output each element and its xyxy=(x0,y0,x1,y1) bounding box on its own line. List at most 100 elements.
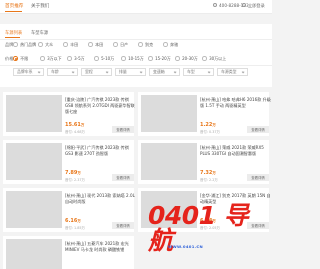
radio-icon[interactable] xyxy=(148,56,153,61)
radio-icon[interactable] xyxy=(94,56,99,61)
view-details-button[interactable]: 查看详情 xyxy=(112,174,134,181)
brand-option[interactable]: 丰田 xyxy=(63,42,78,48)
filter-select[interactable]: 车源类型 xyxy=(217,68,248,76)
price-option[interactable]: 10-15万 xyxy=(121,56,144,62)
down-payment: 首付: 2.37万 xyxy=(65,178,85,182)
listing-title[interactable]: [绵阳·平武] 广汽传祺 2023款 传祺GS3 影速 270T 劲智版 xyxy=(65,145,137,157)
tab-models[interactable]: 车型车源 xyxy=(31,30,48,36)
price-unit: 万 xyxy=(80,123,85,127)
brand-option-label: 别克 xyxy=(145,41,154,47)
brand-option[interactable]: 本田 xyxy=(88,42,103,48)
watermark-brand: 0401 导 航 xyxy=(148,201,249,255)
radio-icon[interactable] xyxy=(67,56,72,61)
price-unit: 万 xyxy=(77,219,81,223)
phone-icon xyxy=(213,3,217,8)
listing-card[interactable]: [绵阳·平武] 广汽传祺 2023款 传祺GS3 影速 270T 劲智版 7.89… xyxy=(3,140,134,184)
filter-select-label: 车龄 xyxy=(51,69,59,74)
listing-card[interactable]: [重庆·涪陵] 广汽传祺 2023款 传祺GS8 领航系列 2.0TGDI 两驱… xyxy=(3,92,137,136)
watermark-domain: WWW.0401.CN xyxy=(168,244,203,249)
price-option-label: 20-30万 xyxy=(182,55,198,61)
filter-select[interactable]: 变速箱 xyxy=(149,68,180,76)
radio-icon[interactable] xyxy=(202,56,207,61)
brand-option[interactable]: 别克 xyxy=(138,42,153,48)
radio-icon[interactable] xyxy=(13,56,18,61)
listing-card[interactable]: [杭州·萧山] 现代 2013款 索纳塔 2.0L 自动时尚版 6.16万 首付: … xyxy=(3,188,137,232)
divider xyxy=(0,38,272,40)
radio-icon[interactable] xyxy=(88,42,93,47)
view-details-button[interactable]: 查看详情 xyxy=(112,222,134,229)
tab-about[interactable]: 关于我们 xyxy=(31,3,49,9)
listing-price: 7.89万 xyxy=(65,170,81,176)
brand-option-label: 大众 xyxy=(45,41,54,47)
price-option[interactable]: 不限 xyxy=(13,56,28,62)
filter-select-label: 里程 xyxy=(85,69,93,74)
price-option[interactable]: 30万以上 xyxy=(202,56,226,62)
price-option-label: 10-15万 xyxy=(128,55,144,61)
listing-title[interactable]: [杭州·萧山] 现代 2013款 索纳塔 2.0L 自动时尚版 xyxy=(65,193,137,205)
brand-option[interactable]: 奔驰 xyxy=(163,42,178,48)
brand-option-label: 热门品牌 xyxy=(20,41,37,47)
filter-select[interactable]: 排量 xyxy=(115,68,146,76)
car-photo[interactable] xyxy=(6,191,62,228)
price-unit: 万 xyxy=(212,171,216,175)
price-option[interactable]: 3-5万 xyxy=(67,56,85,62)
radio-icon[interactable] xyxy=(163,42,168,47)
price-value: 15.61 xyxy=(65,122,81,128)
listing-card[interactable]: [杭州·萧山] 荣威 2021款 荣威RX5 PLUS 330TGI 自动国潮智… xyxy=(138,140,269,184)
car-photo[interactable] xyxy=(6,239,62,269)
price-option[interactable]: 5-10万 xyxy=(94,56,114,62)
radio-icon[interactable] xyxy=(138,42,143,47)
listing-title[interactable]: [杭州·萧山] 哈弗 哈弗H6 2016款 升级版 1.5T 手动 两驱精英型 xyxy=(200,97,272,109)
filter-select[interactable]: 品牌车系 xyxy=(13,68,44,76)
price-value: 1.22 xyxy=(200,122,213,128)
radio-icon[interactable] xyxy=(13,42,18,47)
price-option[interactable]: 20-30万 xyxy=(175,56,198,62)
chevron-down-icon xyxy=(105,70,109,75)
view-details-button[interactable]: 查看详情 xyxy=(247,174,269,181)
price-option-label: 不限 xyxy=(20,55,29,61)
car-photo[interactable] xyxy=(6,143,62,180)
login-link[interactable]: 立即登录 xyxy=(248,3,265,9)
view-details-button[interactable]: 查看详情 xyxy=(247,126,269,133)
radio-icon[interactable] xyxy=(121,56,126,61)
brand-option[interactable]: 热门品牌 xyxy=(13,42,36,48)
price-option[interactable]: 15-20万 xyxy=(148,56,171,62)
radio-icon[interactable] xyxy=(175,56,180,61)
chevron-down-icon xyxy=(241,70,245,75)
listing-card[interactable]: [杭州·萧山] 哈弗 哈弗H6 2016款 升级版 1.5T 手动 两驱精英型 1… xyxy=(138,92,272,136)
radio-icon[interactable] xyxy=(63,42,68,47)
tab-listings[interactable]: 车源列表 xyxy=(5,30,22,36)
price-option[interactable]: 3万以下 xyxy=(40,56,62,62)
down-payment: 首付: 1.85万 xyxy=(65,226,85,230)
filter-select[interactable]: 车型 xyxy=(183,68,214,76)
brand-option[interactable]: 大众 xyxy=(38,42,53,48)
tab-home[interactable]: 首页推荐 xyxy=(5,3,23,9)
filter-select[interactable]: 里程 xyxy=(81,68,112,76)
car-photo[interactable] xyxy=(6,95,62,132)
brand-option[interactable]: 日产 xyxy=(113,42,128,48)
price-option-label: 3-5万 xyxy=(74,55,85,61)
listing-title[interactable]: [杭州·萧山] 五菱汽车 2021款 宏光MINIEV 马卡龙 时尚款 磷酸铁锂 xyxy=(65,241,137,253)
listing-price: 15.61万 xyxy=(65,122,84,128)
chevron-down-icon xyxy=(139,70,143,75)
price-unit: 万 xyxy=(212,123,216,127)
car-photo[interactable] xyxy=(141,95,197,132)
price-option-label: 30万以上 xyxy=(209,55,227,61)
down-payment: 首付: 2.2万 xyxy=(200,178,218,182)
filter-select-label: 变速箱 xyxy=(153,69,165,74)
radio-icon[interactable] xyxy=(38,42,43,47)
view-details-button[interactable]: 查看详情 xyxy=(112,126,134,133)
listing-title[interactable]: [杭州·萧山] 荣威 2021款 荣威RX5 PLUS 330TGI 自动国潮智… xyxy=(200,145,272,157)
filter-select[interactable]: 车龄 xyxy=(47,68,78,76)
listing-card[interactable]: [杭州·萧山] 五菱汽车 2021款 宏光MINIEV 马卡龙 时尚款 磷酸铁锂… xyxy=(3,236,134,269)
radio-icon[interactable] xyxy=(40,56,45,61)
price-value: 7.32 xyxy=(200,170,213,176)
listing-title[interactable]: [重庆·涪陵] 广汽传祺 2023款 传祺GS8 领航系列 2.0TGDI 两驱… xyxy=(65,97,137,115)
car-photo[interactable] xyxy=(141,143,197,180)
price-option-label: 3万以下 xyxy=(47,55,62,61)
down-payment: 首付: 0.37万 xyxy=(200,130,220,134)
brand-option-label: 奔驰 xyxy=(170,41,179,47)
brand-option-label: 日产 xyxy=(120,41,129,47)
radio-icon[interactable] xyxy=(113,42,118,47)
brand-option-label: 本田 xyxy=(95,41,104,47)
